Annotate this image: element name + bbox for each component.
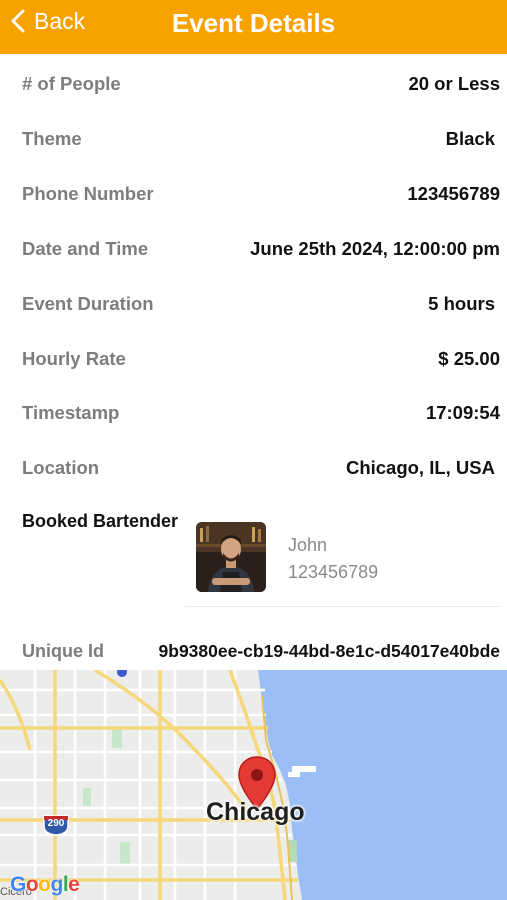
- detail-row-duration: Event Duration 5 hours: [22, 289, 500, 319]
- datetime-value: June 25th 2024, 12:00:00 pm: [250, 238, 500, 259]
- detail-row-theme: Theme Black: [22, 124, 500, 154]
- unique-id-value: 9b9380ee-cb19-44bd-8e1c-d54017e40bde: [158, 640, 500, 661]
- theme-value: Black: [445, 128, 495, 149]
- timestamp-value: 17:09:54: [425, 402, 500, 423]
- phone-value: 123456789: [407, 183, 500, 204]
- people-value: 20 or Less: [408, 73, 500, 94]
- people-label: # of People: [22, 73, 121, 94]
- detail-row-location: Location Chicago, IL, USA: [22, 453, 500, 483]
- detail-row-people: # of People 20 or Less: [22, 69, 500, 99]
- phone-label: Phone Number: [22, 183, 154, 204]
- interstate-shield-number: 290: [47, 818, 65, 829]
- unique-id-row: Unique Id 9b9380ee-cb19-44bd-8e1c-d54017…: [22, 637, 500, 665]
- divider: [185, 606, 500, 607]
- google-logo: Google: [10, 873, 80, 896]
- rate-value: $ 25.00: [438, 348, 500, 369]
- detail-row-timestamp: Timestamp 17:09:54: [22, 398, 500, 428]
- bartender-name: John: [288, 535, 328, 555]
- bartender-avatar[interactable]: [196, 522, 266, 592]
- unique-id-label: Unique Id: [22, 640, 104, 661]
- booked-bartender-label: Booked Bartender: [22, 511, 179, 531]
- location-value: Chicago, IL, USA: [345, 457, 495, 478]
- bartender-photo: [196, 522, 266, 592]
- detail-row-rate: Hourly Rate $ 25.00: [22, 344, 500, 374]
- theme-label: Theme: [22, 128, 82, 149]
- app-header: Back Event Details: [0, 0, 507, 54]
- location-map[interactable]: Chicago 290 Cicero Google: [0, 670, 507, 900]
- rate-label: Hourly Rate: [22, 348, 126, 369]
- duration-value: 5 hours: [428, 293, 495, 314]
- page-title: Event Details: [171, 8, 336, 38]
- map-city-label: Chicago: [206, 798, 305, 826]
- duration-label: Event Duration: [22, 293, 154, 314]
- location-label: Location: [22, 457, 100, 478]
- detail-row-datetime: Date and Time June 25th 2024, 12:00:00 p…: [22, 234, 500, 264]
- detail-row-phone: Phone Number 123456789: [22, 179, 500, 209]
- bartender-phone: 123456789: [288, 562, 379, 582]
- timestamp-label: Timestamp: [22, 402, 120, 423]
- datetime-label: Date and Time: [22, 238, 149, 259]
